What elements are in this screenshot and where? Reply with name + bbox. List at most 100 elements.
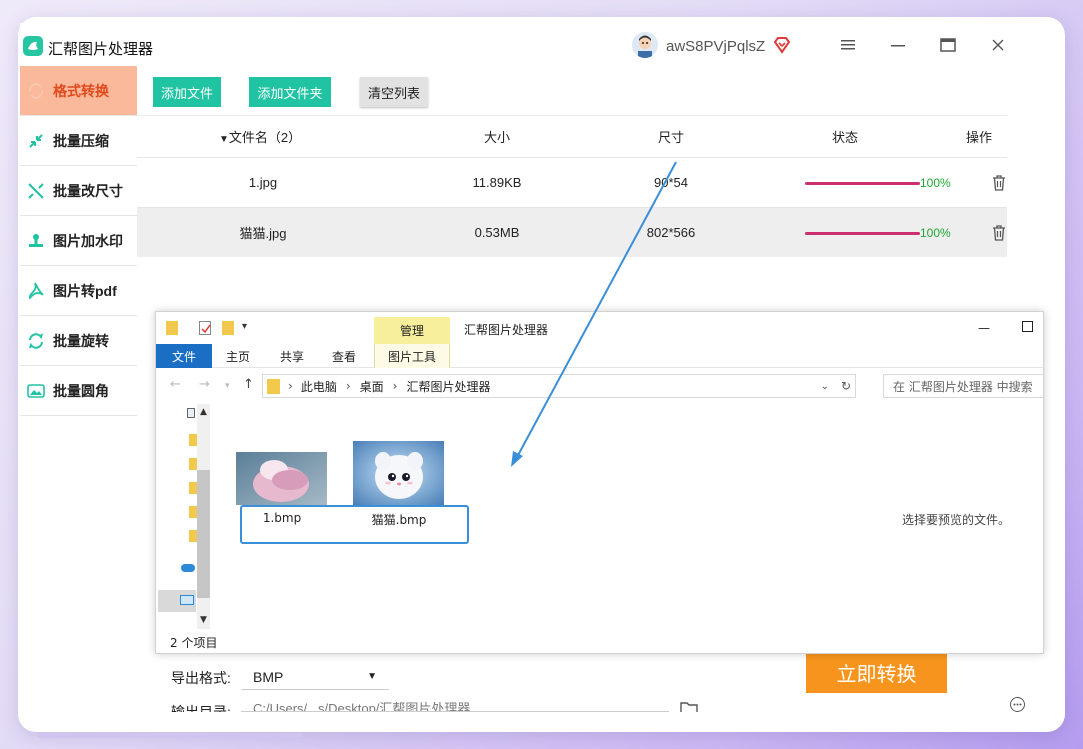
tab-view[interactable]: 查看 — [322, 344, 366, 368]
sidebar-item-format-convert[interactable]: 格式转换 — [20, 66, 137, 116]
sidebar-item-label: 批量压缩 — [53, 132, 109, 149]
folder-icon — [267, 378, 280, 394]
chevron-down-icon: ▼ — [367, 671, 377, 682]
scroll-down-icon[interactable]: ▼ — [200, 615, 207, 625]
export-format-label: 导出格式: — [171, 670, 231, 686]
pdf-icon — [26, 281, 46, 301]
drive-icon — [187, 408, 195, 418]
add-file-button[interactable]: 添加文件 — [153, 77, 221, 107]
breadcrumb-desktop[interactable]: 桌面 — [360, 378, 384, 395]
sidebar-item-round-corner[interactable]: 批量圆角 — [20, 366, 137, 416]
sidebar-item-label: 图片加水印 — [53, 232, 123, 249]
folder-icon — [189, 434, 197, 446]
maximize-icon[interactable] — [936, 34, 960, 56]
back-icon[interactable]: ← — [170, 377, 181, 392]
navigation-pane: ▲ ▼ — [156, 404, 213, 629]
file-name: 猫猫.jpg — [239, 226, 287, 241]
folder-icon — [189, 530, 197, 542]
progress-bar — [805, 182, 920, 185]
menu-icon[interactable] — [836, 34, 860, 56]
thumbnail-cat-bmp[interactable] — [353, 441, 444, 505]
convert-icon — [26, 81, 46, 101]
folder-open-icon[interactable] — [680, 701, 698, 712]
address-bar-row: ← → ▾ ↑ › 此电脑 › 桌面 › 汇帮图片处理器 ⌄ ↻ 在 汇帮图片处… — [156, 374, 1043, 398]
address-bar[interactable]: › 此电脑 › 桌面 › 汇帮图片处理器 ⌄ ↻ — [262, 374, 856, 398]
up-icon[interactable]: ↑ — [243, 377, 254, 392]
file-size: 11.89KB — [472, 175, 522, 190]
this-pc-selected[interactable] — [158, 590, 196, 612]
folder-icon — [189, 506, 197, 518]
recent-dropdown-icon[interactable]: ▾ — [225, 381, 230, 391]
trash-icon[interactable] — [992, 175, 1006, 191]
output-dir-field[interactable]: C:/Users/...s/Desktop/汇帮图片处理器 — [241, 698, 669, 712]
explorer-title-bar: ▾ 管理 汇帮图片处理器 — — [156, 312, 1043, 344]
file-size: 0.53MB — [474, 225, 520, 240]
scroll-up-icon[interactable]: ▲ — [200, 407, 207, 417]
folder-icon — [189, 482, 197, 494]
sidebar-item-resize[interactable]: 批量改尺寸 — [20, 166, 137, 216]
scrollbar-thumb[interactable] — [197, 470, 210, 598]
title-bar: 汇帮图片处理器 awS8PVjPqlsZ — [20, 23, 1030, 67]
trash-icon[interactable] — [992, 225, 1006, 241]
col-header-action: 操作 — [965, 130, 992, 145]
file-dims: 802*566 — [646, 225, 696, 240]
annotation-highlight-box — [240, 505, 469, 544]
vip-diamond-icon[interactable] — [773, 36, 791, 54]
app-title: 汇帮图片处理器 — [48, 41, 154, 58]
resize-icon — [26, 181, 46, 201]
col-header-size: 大小 — [483, 130, 510, 145]
rotate-icon — [26, 331, 46, 351]
col-header-name[interactable]: ▼文件名（2） — [219, 127, 319, 146]
convert-now-button[interactable]: 立即转换 — [806, 651, 947, 693]
manage-tab[interactable]: 管理 — [374, 317, 450, 344]
col-header-status: 状态 — [831, 130, 858, 145]
table-row[interactable]: 猫猫.jpg 0.53MB 802*566 100% — [137, 207, 1007, 257]
tab-share[interactable]: 共享 — [270, 344, 314, 368]
quick-access-dropdown-icon[interactable]: ▾ — [242, 321, 252, 335]
search-input[interactable]: 在 汇帮图片处理器 中搜索 — [883, 374, 1043, 398]
sidebar-item-label: 图片转pdf — [53, 282, 117, 299]
add-folder-button[interactable]: 添加文件夹 — [249, 77, 331, 107]
properties-icon[interactable] — [199, 321, 211, 335]
forward-icon[interactable]: → — [199, 377, 210, 392]
sidebar-item-label: 批量圆角 — [53, 382, 109, 399]
ribbon-tabs: 文件 主页 共享 查看 图片工具 — [156, 344, 1043, 368]
file-dims: 90*54 — [654, 175, 688, 190]
file-table: ▼文件名（2） 大小 尺寸 状态 操作 1.jpg 11.89KB 90*54 … — [137, 115, 1007, 257]
progress-bar — [805, 232, 920, 235]
export-format-select[interactable]: BMP ▼ — [241, 664, 389, 690]
file-explorer-window: ▾ 管理 汇帮图片处理器 — 文件 主页 共享 查看 图片工具 ← → ▾ ↑ … — [155, 311, 1044, 654]
sidebar-item-compress[interactable]: 批量压缩 — [20, 116, 137, 166]
sidebar: 格式转换 批量压缩 批量改尺寸 图片加水印 图片转pdf 批量旋转 批量圆角 — [20, 66, 137, 416]
sidebar-item-watermark[interactable]: 图片加水印 — [20, 216, 137, 266]
folder-icon — [189, 458, 197, 470]
tab-home[interactable]: 主页 — [216, 344, 260, 368]
close-icon[interactable] — [986, 34, 1010, 56]
minimize-icon[interactable]: — — [978, 321, 990, 335]
file-name: 1.jpg — [248, 175, 278, 190]
round-corner-icon — [26, 381, 46, 401]
table-row[interactable]: 1.jpg 11.89KB 90*54 100% — [137, 157, 1007, 207]
minimize-icon[interactable] — [886, 34, 910, 56]
clear-list-button[interactable]: 清空列表 — [360, 77, 428, 107]
refresh-icon[interactable]: ↻ — [841, 379, 851, 393]
tab-picture-tools[interactable]: 图片工具 — [374, 344, 450, 368]
app-logo-icon — [23, 36, 43, 56]
maximize-icon[interactable] — [1022, 321, 1033, 332]
new-folder-icon[interactable] — [222, 321, 234, 335]
progress-percent: 100% — [920, 176, 951, 190]
sidebar-item-rotate[interactable]: 批量旋转 — [20, 316, 137, 366]
compress-icon — [26, 131, 46, 151]
breadcrumb-this-pc[interactable]: 此电脑 — [301, 378, 337, 395]
sidebar-item-to-pdf[interactable]: 图片转pdf — [20, 266, 137, 316]
table-header: ▼文件名（2） 大小 尺寸 状态 操作 — [137, 115, 1007, 157]
more-icon[interactable] — [1010, 697, 1025, 712]
avatar[interactable] — [632, 32, 658, 58]
breadcrumb-folder[interactable]: 汇帮图片处理器 — [406, 378, 490, 395]
item-count: 2 个项目 — [170, 636, 218, 650]
username: awS8PVjPqlsZ — [666, 38, 766, 55]
thumbnail-1-bmp[interactable] — [236, 452, 327, 505]
tab-file[interactable]: 文件 — [156, 344, 212, 368]
address-dropdown-icon[interactable]: ⌄ — [821, 381, 829, 392]
explorer-title: 汇帮图片处理器 — [464, 323, 549, 337]
